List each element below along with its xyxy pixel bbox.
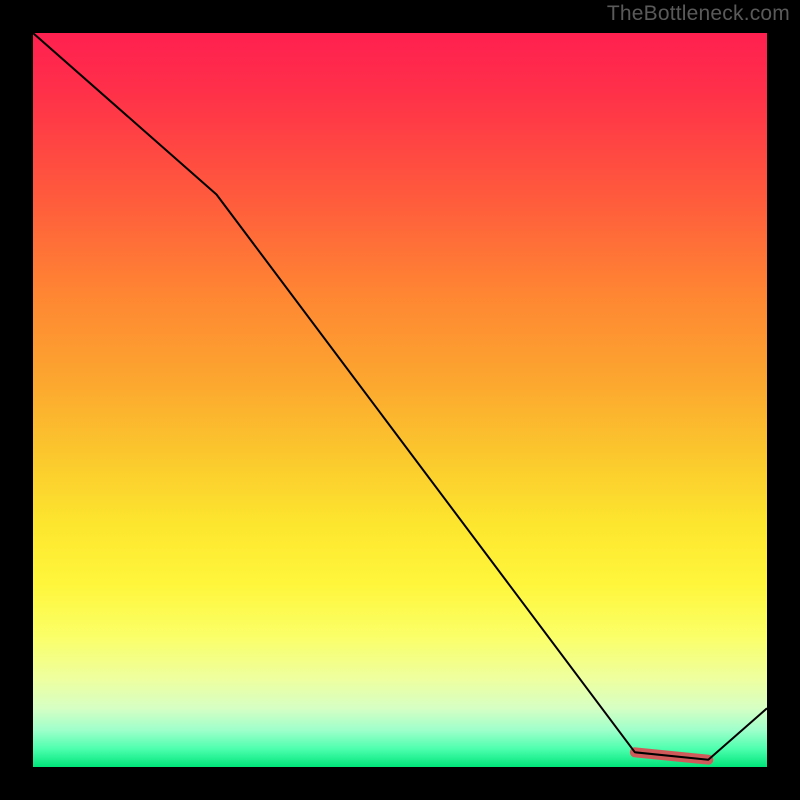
chart-svg bbox=[33, 33, 767, 767]
bottleneck-curve-line bbox=[33, 33, 767, 760]
plot-area bbox=[33, 33, 767, 767]
watermark-text: TheBottleneck.com bbox=[607, 2, 790, 26]
chart-frame: TheBottleneck.com bbox=[0, 0, 800, 800]
